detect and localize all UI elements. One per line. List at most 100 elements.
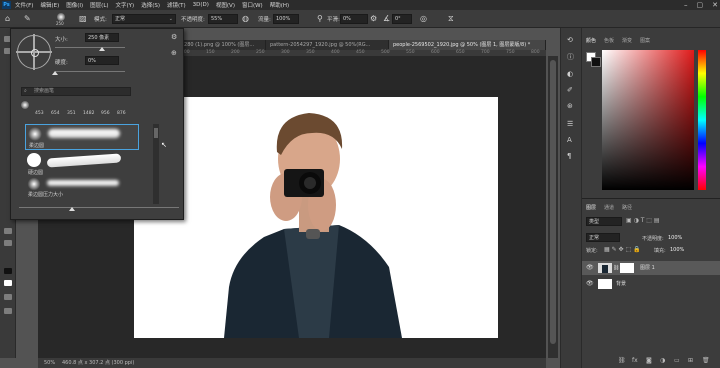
smoothing-field[interactable]: 0% [340,14,368,24]
preview-size-knob[interactable] [69,207,75,211]
minimize-button[interactable]: – [684,1,688,9]
menu-select[interactable]: 选择(S) [141,1,160,9]
layer-filter-select[interactable]: 类型 [586,217,622,226]
recent-brush-tip-0[interactable] [21,101,29,109]
adjustments-icon[interactable]: ◐ [567,70,573,78]
brush-preset-picker[interactable]: 250 [54,12,70,26]
pressure-opacity-icon[interactable]: ◍ [242,14,249,24]
zoom-tool-icon[interactable] [4,240,12,246]
mask-link-icon[interactable]: ⛓ [613,261,619,275]
hue-slider[interactable] [698,50,706,190]
tab-doc-2[interactable]: pattern-2054297_1920.jpg @ 50%(RG... [266,40,389,50]
tab-paths[interactable]: 路径 [622,203,632,213]
preview-size-slider[interactable] [19,207,179,208]
background-color-swatch[interactable] [4,280,12,286]
character-icon[interactable]: A [567,136,572,144]
menu-window[interactable]: 窗口(W) [242,1,263,9]
document-info[interactable]: 460.8 点 x 307.2 点 (300 ppi) [62,358,134,368]
preset-list-scroll-thumb[interactable] [154,128,158,138]
menu-file[interactable]: 文件(F) [15,1,33,9]
properties-icon[interactable]: ☰ [567,120,573,128]
menu-help[interactable]: 帮助(H) [270,1,289,9]
brush-preset-hard-round[interactable]: 硬边圆 [25,151,139,177]
vertical-scrollbar[interactable] [548,56,558,358]
menu-view[interactable]: 视图(V) [216,1,235,9]
tab-doc-3[interactable]: people-2569502_1920.jpg @ 50% (图层 1, 图层蒙… [389,40,546,50]
brush-preset-soft-round-pressure[interactable]: 柔边圆压力大小 [25,177,139,203]
new-layer-icon[interactable]: ⊞ [688,357,693,364]
panel-settings-gear-icon[interactable]: ⚙ [171,33,177,41]
symmetry-icon[interactable]: ⧖ [448,14,454,24]
menu-image[interactable]: 图像(I) [66,1,83,9]
visibility-eye-icon[interactable]: 👁 [586,261,594,275]
size-field[interactable]: 250 像素 [85,33,119,42]
tab-color[interactable]: 颜色 [586,36,596,46]
settings-gear-icon[interactable]: ⚙ [370,14,377,24]
layer-name[interactable]: 背景 [616,277,626,291]
tab-swatches[interactable]: 色板 [604,36,614,46]
layer-mask-thumbnail[interactable] [620,263,634,273]
brush-panel-toggle-icon[interactable]: ▨ [79,14,87,24]
brush-preset-panel: 大小: 250 像素 ⚙ ⊕ 硬度: 0% ⌕ 搜索画笔 453 654 351… [10,28,184,220]
menu-filter[interactable]: 滤镜(T) [167,1,186,9]
screen-mode-icon[interactable] [4,308,12,314]
opacity-field[interactable]: 55% [208,14,238,24]
zoom-level[interactable]: 50% [44,358,55,368]
color-picker-field[interactable] [602,50,694,190]
brush-tool-icon[interactable]: ✎ [24,14,31,24]
pressure-size-icon[interactable]: ◎ [420,14,427,24]
fill-value[interactable]: 100% [670,247,684,253]
home-icon[interactable]: ⌂ [5,14,10,24]
tab-gradients[interactable]: 渐变 [622,36,632,46]
size-slider-knob[interactable] [99,47,105,51]
lock-icons[interactable]: ▦ ✎ ✥ ⬚ 🔒 [604,246,641,253]
document-canvas[interactable] [134,97,498,338]
hardness-slider-knob[interactable] [52,71,58,75]
layer-row-background[interactable]: 👁 背景 [582,277,720,291]
tab-layers[interactable]: 图层 [586,203,596,213]
fx-icon[interactable]: fx [632,357,638,364]
new-preset-icon[interactable]: ⊕ [171,49,177,57]
close-button[interactable]: ✕ [712,1,718,9]
menu-type[interactable]: 文字(Y) [116,1,135,9]
brush-settings-icon[interactable]: ✐ [567,86,573,94]
menu-layer[interactable]: 图层(L) [90,1,108,9]
info-icon[interactable]: ⓘ [567,52,574,62]
size-slider[interactable] [55,47,125,48]
foreground-color-swatch[interactable] [4,268,12,274]
menu-edit[interactable]: 编辑(E) [40,1,59,9]
app-logo: Ps [2,1,11,9]
layer-opacity-value[interactable]: 100% [668,235,682,241]
filter-icons[interactable]: ▣ ◑ T ⬚ ▤ [626,217,660,224]
adjustment-layer-icon[interactable]: ◑ [660,357,665,364]
preset-list-scrollbar[interactable] [153,124,159,204]
brush-search-input[interactable]: ⌕ 搜索画笔 [21,87,131,96]
visibility-eye-icon[interactable]: 👁 [586,277,594,291]
airbrush-icon[interactable]: ⚲ [317,14,323,24]
hardness-slider[interactable] [55,71,125,72]
link-layers-icon[interactable]: ⛓ [618,357,626,364]
layer-row-1[interactable]: 👁 ⛓ 图层 1 [582,261,720,275]
hardness-field[interactable]: 0% [85,56,119,65]
tab-channels[interactable]: 通道 [604,203,614,213]
layer-name[interactable]: 图层 1 [640,261,655,275]
paragraph-icon[interactable]: ¶ [567,152,571,160]
hand-tool-icon[interactable] [4,228,12,234]
quick-mask-icon[interactable] [4,294,12,300]
brush-angle-preview[interactable] [16,34,52,70]
add-mask-icon[interactable]: ◙ [646,357,652,364]
blend-mode-select[interactable]: 正常 [586,233,620,242]
tab-patterns[interactable]: 图案 [640,36,650,46]
new-group-icon[interactable]: ▭ [674,357,680,364]
history-icon[interactable]: ⟲ [567,36,573,44]
menu-3d[interactable]: 3D(D) [193,2,209,8]
foreground-color-chip[interactable] [591,57,601,67]
angle-field[interactable]: 0° [392,14,412,24]
flow-field[interactable]: 100% [273,14,299,24]
mode-select[interactable]: 正常 ⌄ [112,14,176,24]
brush-preset-soft-round[interactable]: 柔边圆 [25,124,139,150]
scrollbar-thumb[interactable] [550,60,556,344]
delete-layer-icon[interactable]: 🗑 [702,357,710,364]
clone-source-icon[interactable]: ⊛ [567,102,573,110]
maximize-button[interactable]: ▢ [697,1,704,9]
